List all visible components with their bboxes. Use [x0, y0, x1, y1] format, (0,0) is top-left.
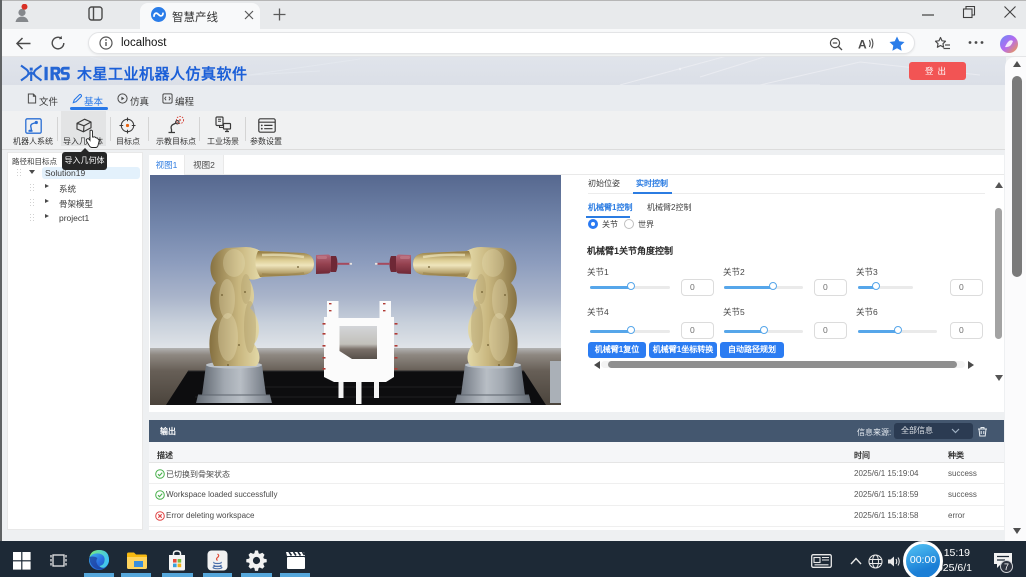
svg-text:A: A	[858, 38, 867, 52]
